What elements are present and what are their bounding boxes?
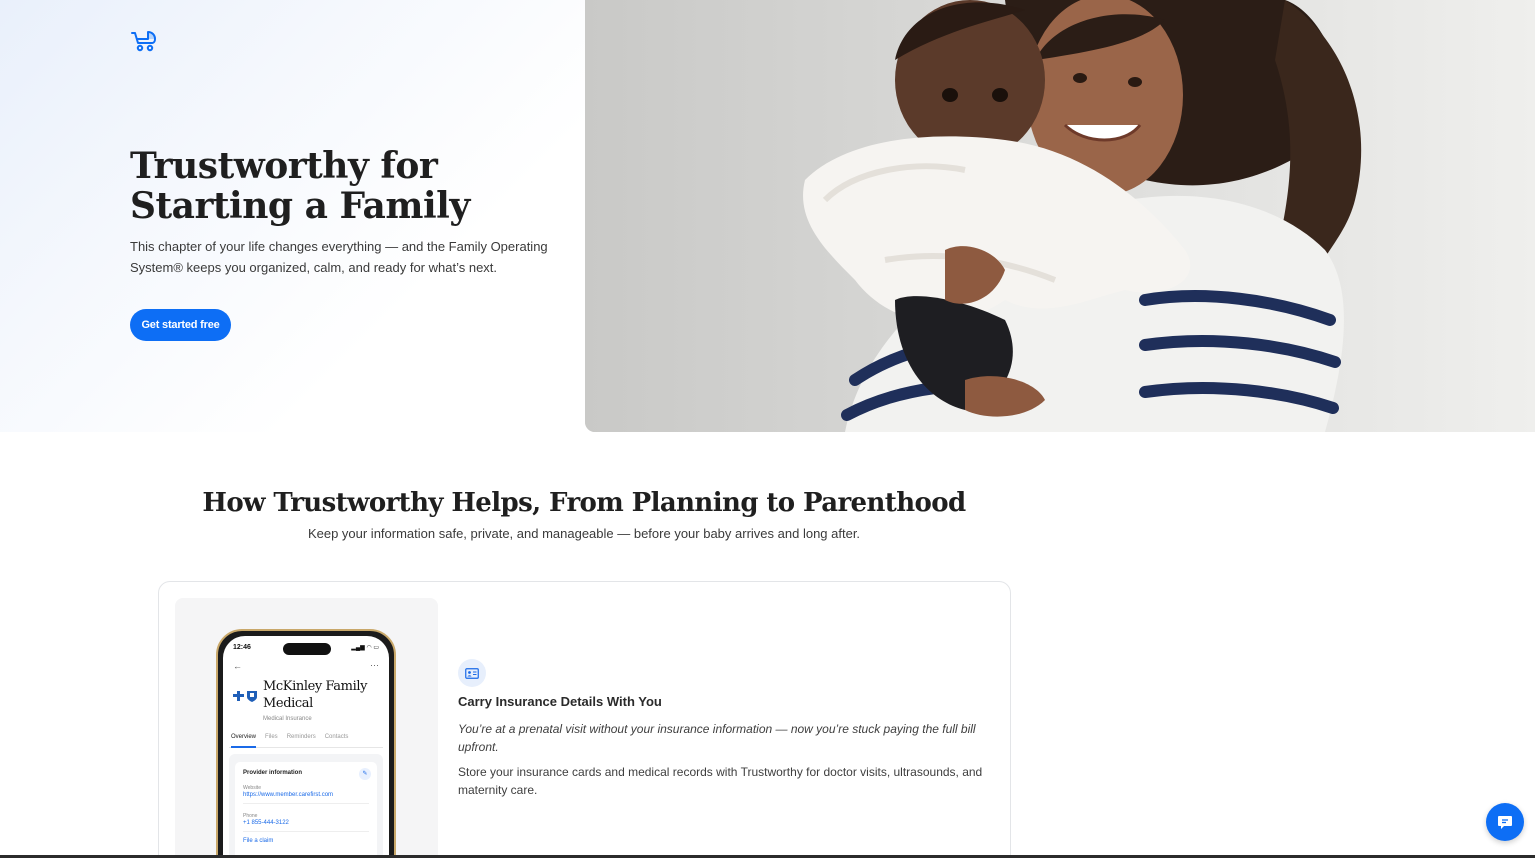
phone-mockup: 12:46 ▂▄▆ ◠ ▭ ← ··· McKinley Family Medi… [216,629,396,858]
phone-mockup-panel: 12:46 ▂▄▆ ◠ ▭ ← ··· McKinley Family Medi… [175,598,438,858]
hero-section: Trustworthy for Starting a Family This c… [0,0,585,432]
field-label: Website [243,785,261,791]
phone-panel: Provider information ✎ Website https://w… [229,754,383,858]
phone-status-icons: ▂▄▆ ◠ ▭ [351,645,379,651]
feature-title: Carry Insurance Details With You [458,694,662,709]
hero-title: Trustworthy for Starting a Family [130,145,470,227]
phone-tab-reminders: Reminders [286,734,316,740]
id-card-icon [458,659,486,687]
hero-photo-illustration [585,0,1535,432]
provider-info-card: Provider information ✎ Website https://w… [235,762,377,858]
phone-tab-files: Files [265,734,278,740]
phone-provider-name: McKinley Family Medical [263,679,368,711]
field-value: https://www.member.carefirst.com [243,792,334,798]
provider-info-title: Provider information [243,770,303,776]
more-options-icon: ··· [370,660,379,670]
edit-link-icon: ✎ [359,768,371,780]
feature-problem-text: You’re at a prenatal visit without your … [458,722,976,754]
phone-tab-overview: Overview [231,734,257,748]
hero-subtitle: This chapter of your life changes everyt… [130,239,548,275]
phone-tabs: Overview Files Reminders Contacts [229,734,383,748]
feature-solution-text: Store your insurance cards and medical r… [458,765,983,797]
section-subtitle: Keep your information safe, private, and… [307,526,861,541]
phone-field-website: Website https://www.member.carefirst.com [243,785,369,804]
section-title: How Trustworthy Helps, From Planning to … [202,488,966,518]
phone-provider-type: Medical Insurance [263,716,312,722]
get-started-button[interactable]: Get started free [130,309,231,341]
phone-tab-contacts: Contacts [324,734,349,740]
insurer-logo-icon [233,691,257,702]
mother-holding-baby-photo [585,0,1535,432]
phone-screen: 12:46 ▂▄▆ ◠ ▭ ← ··· McKinley Family Medi… [223,636,389,858]
dynamic-island [283,643,331,655]
phone-time: 12:46 [233,644,251,651]
feature-card: 12:46 ▂▄▆ ◠ ▭ ← ··· McKinley Family Medi… [158,581,1011,858]
field-label: Phone [243,813,258,819]
chat-bubble-icon[interactable] [1486,803,1524,841]
field-value: +1 855-444-3122 [243,820,289,826]
file-claim-link: File a claim [243,838,274,844]
baby-stroller-icon[interactable] [130,28,158,54]
phone-field-phone: Phone +1 855-444-3122 [243,813,369,832]
back-arrow-icon: ← [233,661,242,671]
